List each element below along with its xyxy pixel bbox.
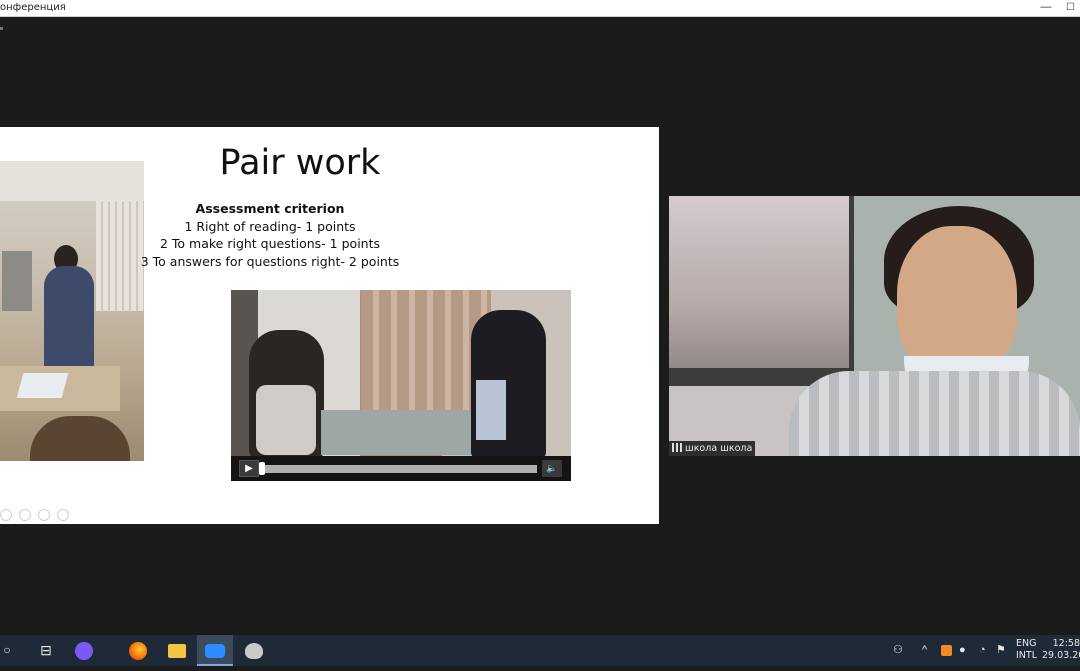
- keyboard-layout: INTL: [1016, 650, 1038, 661]
- window-titlebar: онференция — ☐: [0, 0, 1080, 17]
- minimize-button[interactable]: —: [1036, 0, 1056, 16]
- alice-icon[interactable]: [66, 635, 102, 666]
- participant-video-tile[interactable]: школа школа: [669, 196, 1080, 456]
- restore-button[interactable]: ☐: [1066, 0, 1080, 16]
- network-icon[interactable]: ◔: [979, 635, 986, 666]
- shared-screen-slide: Pair work Assessment criterion 1 Right o…: [0, 127, 659, 524]
- paint-icon[interactable]: [236, 635, 272, 666]
- copy-icon[interactable]: [19, 509, 31, 521]
- flag-icon[interactable]: ⚑: [996, 635, 1006, 666]
- participant-name: школа школа: [685, 443, 753, 454]
- input-language[interactable]: ENG INTL: [1016, 638, 1037, 662]
- embedded-video[interactable]: ▶ 🔈: [231, 290, 571, 481]
- play-button[interactable]: ▶: [239, 460, 259, 477]
- video-controls: ▶ 🔈: [231, 456, 571, 481]
- file-explorer-icon[interactable]: [159, 635, 195, 666]
- zoom-slide-icon[interactable]: [38, 509, 50, 521]
- show-hidden-icons-chevron[interactable]: ^: [922, 635, 927, 666]
- search-icon[interactable]: ○: [0, 635, 14, 666]
- video-scrubber-handle[interactable]: [259, 462, 265, 475]
- window-title: онференция: [0, 2, 66, 13]
- slide-title: Pair work: [219, 143, 381, 183]
- firefox-icon[interactable]: [120, 635, 156, 666]
- volume-button[interactable]: 🔈: [542, 460, 562, 477]
- tray-cloud-icon[interactable]: ●: [959, 635, 966, 666]
- criterion-item: 1 Right of reading- 1 points: [184, 218, 356, 234]
- more-icon[interactable]: [57, 509, 69, 521]
- criteria-heading: Assessment criterion: [195, 201, 345, 216]
- tray-app-icon[interactable]: [941, 645, 952, 656]
- clock-time: 12:58: [1052, 638, 1080, 649]
- video-progress-bar[interactable]: [265, 465, 537, 473]
- menu-dot-icon[interactable]: [0, 27, 3, 30]
- signal-bars-icon: [672, 443, 682, 452]
- people-icon[interactable]: ⚇: [893, 635, 903, 666]
- language-code: ENG: [1016, 638, 1037, 649]
- windows-taskbar: ○ ⊟ ⚇ ^ ● ◔ ⚑ ENG INTL 12:58 29.03.202: [0, 635, 1080, 666]
- clock-date: 29.03.202: [1042, 650, 1080, 661]
- pen-icon[interactable]: [0, 509, 12, 521]
- assessment-criteria: Assessment criterion 1 Right of reading-…: [120, 200, 420, 270]
- criterion-item: 2 To make right questions- 1 points: [159, 236, 380, 251]
- slide-toolbar: [0, 508, 80, 522]
- criterion-item: 3 To answers for questions right- 2 poin…: [140, 253, 400, 269]
- participant-nametag: школа школа: [669, 441, 756, 456]
- task-view-icon[interactable]: ⊟: [28, 635, 64, 666]
- system-clock[interactable]: 12:58 29.03.202: [1042, 638, 1080, 662]
- zoom-icon[interactable]: [197, 635, 233, 666]
